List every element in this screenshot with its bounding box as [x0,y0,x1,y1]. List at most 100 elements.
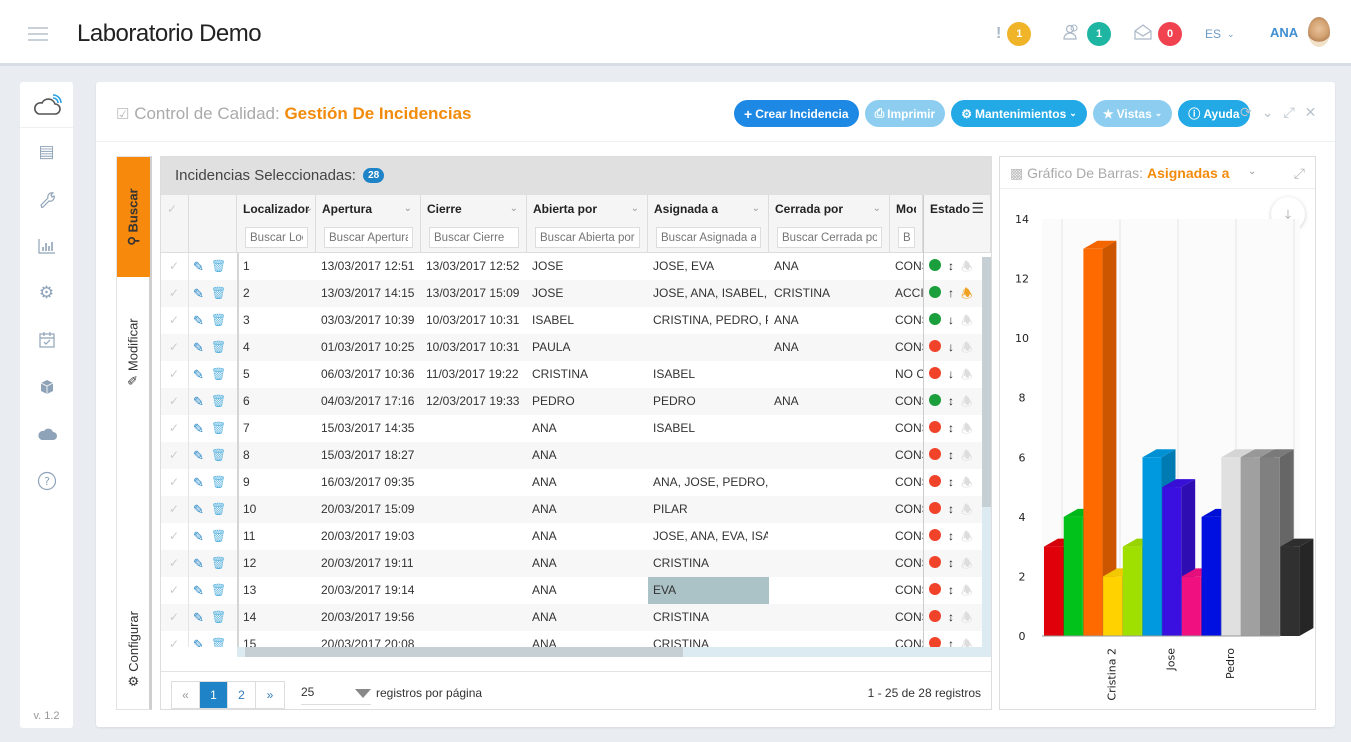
table-row[interactable]: ✓✎🗑 10 20/03/2017 15:09 ANA PILAR CONS ↕ 🕭 [161,496,991,523]
trash-icon[interactable]: 🗑 [211,334,231,361]
bell-icon[interactable]: 🕭 [961,307,977,334]
select-all-checkbox[interactable]: ✓ [161,195,189,253]
chevron-down-icon[interactable]: ⌄ [752,203,760,214]
bell-icon[interactable]: 🕭 [961,334,977,361]
edit-icon[interactable]: ✎ [193,334,213,361]
print-button[interactable]: ⎙ Imprimir [864,100,946,127]
chart-field-select[interactable]: Asignadas a [1147,165,1229,181]
edit-icon[interactable]: ✎ [193,550,213,577]
edit-icon[interactable]: ✎ [193,415,213,442]
filter-input-modalidad[interactable] [898,227,915,248]
page-size-select[interactable]: 25 [301,685,371,705]
chevron-down-icon[interactable]: ⌄ [631,203,639,214]
trash-icon[interactable]: 🗑 [211,388,231,415]
bell-icon[interactable]: 🕭 [961,496,977,523]
edit-icon[interactable]: ✎ [193,361,213,388]
table-row[interactable]: ✓✎🗑 7 15/03/2017 14:35 ANA ISABEL CONS ↕ 🕭 [161,415,991,442]
cloud-wifi-icon[interactable] [20,82,73,128]
row-checkbox[interactable]: ✓ [161,415,189,442]
create-incident-button[interactable]: + Crear Incidencia [734,100,859,127]
table-row[interactable]: ✓ ✎ 🗑 5 06/03/2017 10:36 11/03/2017 19:22 CRIS… [161,361,991,388]
column-header-loc[interactable]: Localizador ⌄ [237,195,316,253]
refresh-icon[interactable]: ⟳ [1240,104,1252,121]
views-button[interactable]: ★ Vistas ⌄ [1092,100,1173,127]
filter-input-asignada[interactable] [656,227,761,248]
edit-icon[interactable]: ✎ [193,253,213,280]
bell-icon[interactable]: 🕭 [961,415,977,442]
alerts-button[interactable]: ! 1 [996,22,1032,46]
page-2-button[interactable]: 2 [228,682,256,708]
table-row[interactable]: ✓✎🗑 12 20/03/2017 19:11 ANA CRISTINA CONS ↕ 🕭 [161,550,991,577]
table-row[interactable]: ✓✎🗑 15 20/03/2017 20:08 ANA CRISTINA CONS ↑ 🕭 [161,631,991,647]
language-select[interactable]: ES ⌄ [1205,22,1235,46]
column-header-cerrada[interactable]: Cerrada por ⌄ [769,195,890,253]
bell-icon[interactable]: 🕭 [961,388,977,415]
edit-icon[interactable]: ✎ [193,523,213,550]
bell-icon[interactable]: 🕭 [961,469,977,496]
tab-search[interactable]: ⚲ Buscar [117,157,150,277]
menu-toggle-icon[interactable] [28,27,48,41]
table-row[interactable]: ✓✎🗑 13 20/03/2017 19:14 ANA EVA CONS ↕ 🕭 [161,577,991,604]
column-header-apertura[interactable]: Apertura ⌄ [316,195,421,253]
bell-icon[interactable]: 🕭 [961,523,977,550]
chevron-down-icon[interactable]: ⌄ [404,203,412,214]
news-icon[interactable]: ▤ [20,128,73,175]
table-row[interactable]: ✓ ✎ 🗑 11 20/03/2017 19:03 ANA JOSE, ANA, EVA, … [161,523,991,550]
table-row[interactable]: ✓ ✎ 🗑 1 13/03/2017 12:51 13/03/2017 12:52 JOSE… [161,253,991,280]
help-button[interactable]: ⓘ Ayuda [1178,100,1250,127]
trash-icon[interactable]: 🗑 [211,523,231,550]
user-menu[interactable]: ANA [1270,16,1331,48]
filter-input-abierta[interactable] [535,227,640,248]
column-header-abierta[interactable]: Abierta por ⌄ [527,195,648,253]
column-header-asignada[interactable]: Asignada a ⌄ [648,195,769,253]
table-row[interactable]: ✓✎🗑 14 20/03/2017 19:56 ANA CRISTINA CONS ↕ 🕭 [161,604,991,631]
bell-icon[interactable]: 🕭 [961,550,977,577]
column-header-estado[interactable]: Estado ☰ [923,195,991,253]
trash-icon[interactable]: 🗑 [211,280,231,307]
bell-icon[interactable]: 🕭 [961,631,977,647]
cloud-icon[interactable] [20,410,73,457]
messages-button[interactable]: 0 [1134,22,1182,46]
chevron-down-icon[interactable]: ⌄ [1248,166,1256,177]
trash-icon[interactable]: 🗑 [211,253,231,280]
filter-input-cierre[interactable] [429,227,519,248]
edit-icon[interactable]: ✎ [193,442,213,469]
edit-icon[interactable]: ✎ [193,280,213,307]
help-icon[interactable]: ? [20,457,73,504]
bell-icon[interactable]: 🕭 [961,280,977,307]
vertical-scrollbar[interactable] [982,257,991,653]
edit-icon[interactable]: ✎ [193,388,213,415]
page-1-button[interactable]: 1 [200,682,228,708]
row-checkbox[interactable]: ✓ [161,361,189,388]
chevron-down-icon[interactable]: ⌄ [510,203,518,214]
row-checkbox[interactable]: ✓ [161,604,189,631]
row-checkbox[interactable]: ✓ [161,577,189,604]
bell-icon[interactable]: 🕭 [961,577,977,604]
row-checkbox[interactable]: ✓ [161,523,189,550]
trash-icon[interactable]: 🗑 [211,604,231,631]
row-checkbox[interactable]: ✓ [161,442,189,469]
tab-configure[interactable]: ⚙ Configurar [117,587,150,711]
row-checkbox[interactable]: ✓ [161,550,189,577]
row-checkbox[interactable]: ✓ [161,280,189,307]
trash-icon[interactable]: 🗑 [211,496,231,523]
filter-input-apertura[interactable] [324,227,413,248]
gear-icon[interactable]: ⚙ [20,269,73,316]
table-row[interactable]: ✓ ✎ 🗑 6 04/03/2017 17:16 12/03/2017 19:33 PEDR… [161,388,991,415]
tab-modify[interactable]: ✎ Modificar [117,277,150,427]
expand-icon[interactable]: ⤢ [1294,165,1305,182]
row-checkbox[interactable]: ✓ [161,307,189,334]
trash-icon[interactable]: 🗑 [211,631,231,647]
edit-icon[interactable]: ✎ [193,307,213,334]
chevron-down-icon[interactable]: ⌄ [305,203,313,214]
edit-icon[interactable]: ✎ [193,469,213,496]
bell-icon[interactable]: 🕭 [961,253,977,280]
cube-icon[interactable] [20,363,73,410]
table-row[interactable]: ✓ ✎ 🗑 2 13/03/2017 14:15 13/03/2017 15:09 JOSE… [161,280,991,307]
filter-input-loc[interactable] [245,227,308,248]
filter-input-cerrada[interactable] [777,227,882,248]
trash-icon[interactable]: 🗑 [211,361,231,388]
bell-icon[interactable]: 🕭 [961,604,977,631]
table-row[interactable]: ✓✎🗑 8 15/03/2017 18:27 ANA CONS ↕ 🕭 [161,442,991,469]
trash-icon[interactable]: 🗑 [211,442,231,469]
